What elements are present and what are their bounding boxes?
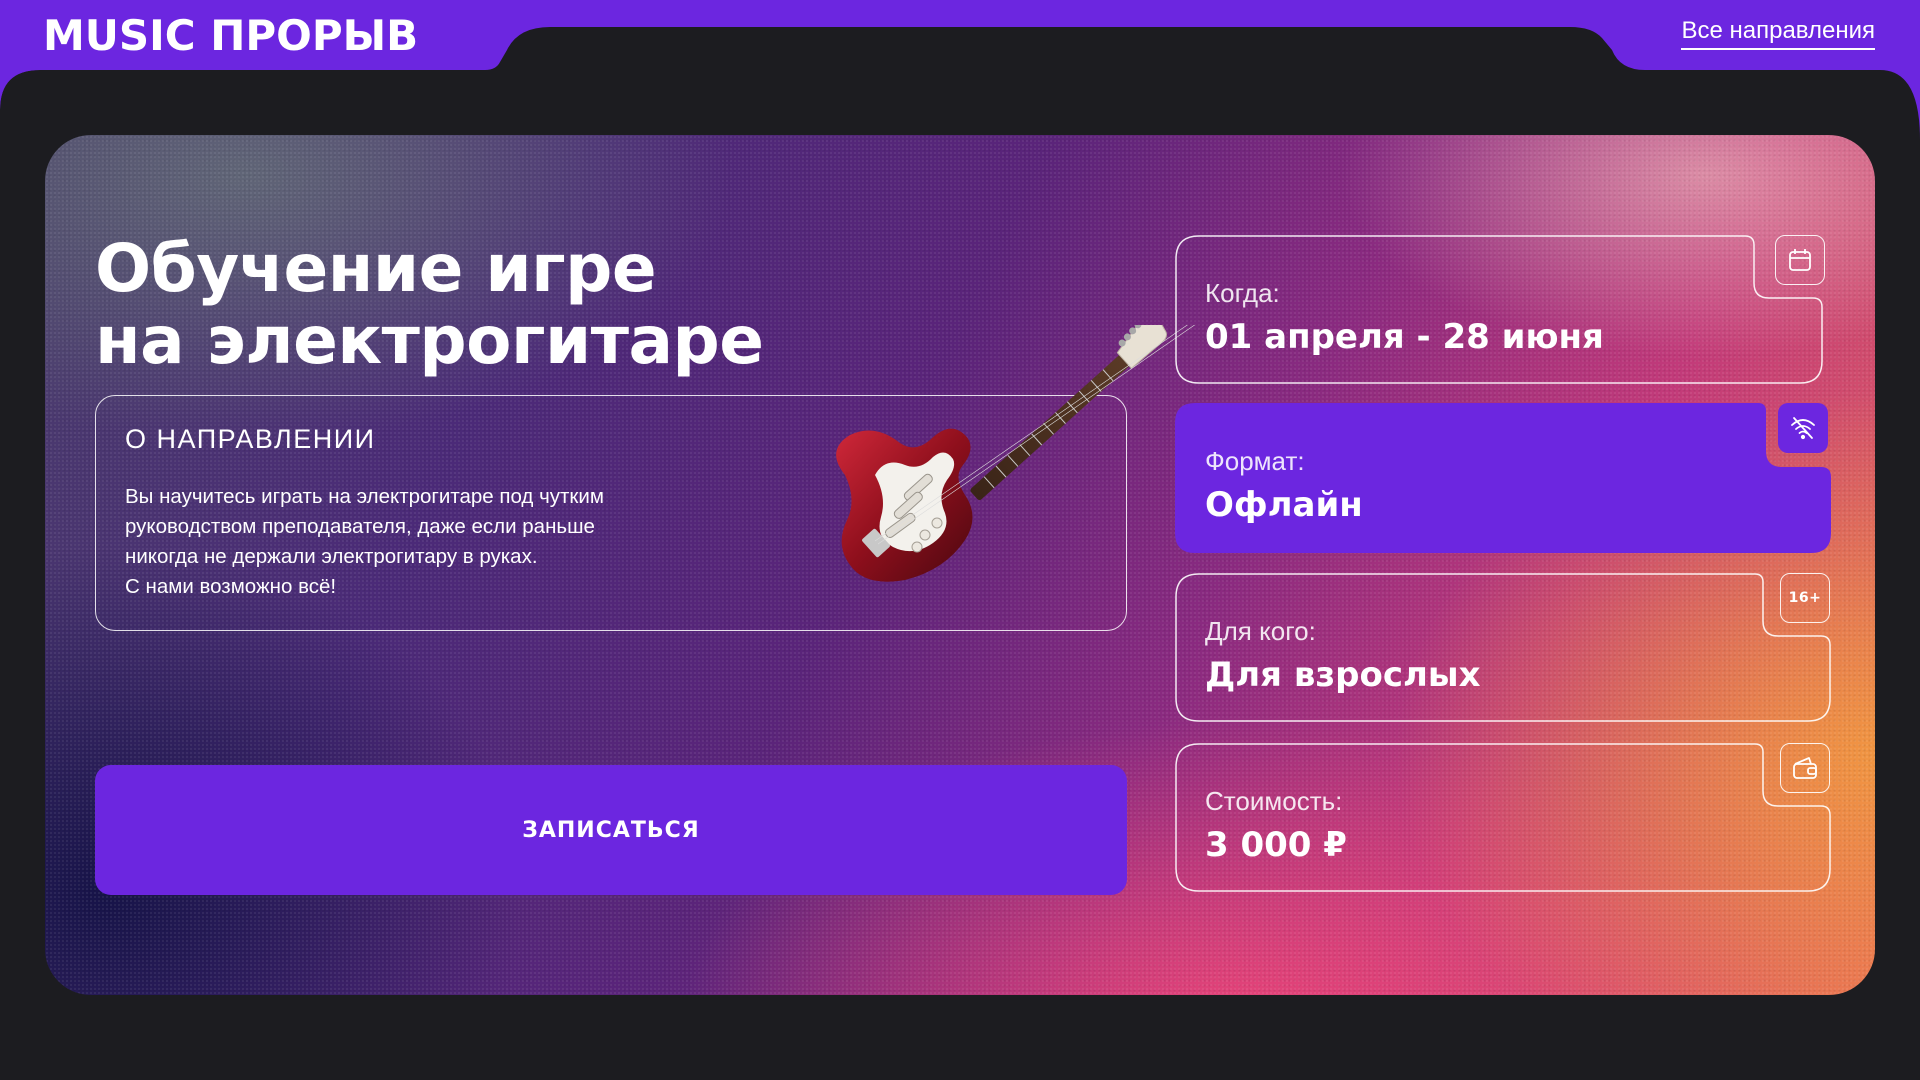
electric-guitar-image bbox=[836, 325, 1196, 582]
signup-button[interactable]: ЗАПИСАТЬСЯ bbox=[95, 765, 1127, 895]
dates-value: 01 апреля - 28 июня bbox=[1205, 317, 1604, 357]
about-description: Вы научитесь играть на электрогитаре под… bbox=[125, 482, 775, 602]
price-value: 3 000 ₽ bbox=[1205, 825, 1347, 865]
no-wifi-icon bbox=[1778, 403, 1828, 453]
info-card-format: Формат: Офлайн bbox=[1175, 403, 1831, 553]
audience-label: Для кого: bbox=[1205, 616, 1316, 646]
course-title-line2: на электрогитаре bbox=[95, 302, 764, 379]
age-rating-icon: 16+ bbox=[1780, 573, 1830, 623]
info-card-frame bbox=[1175, 743, 1831, 892]
info-card-dates: Когда: 01 апреля - 28 июня bbox=[1175, 235, 1831, 385]
page: MUSIC ПРОРЫВ Все направления Обучение иг… bbox=[0, 0, 1920, 1080]
price-label: Стоимость: bbox=[1205, 786, 1343, 816]
about-line: руководством преподавателя, даже если ра… bbox=[125, 515, 595, 538]
course-title-line1: Обучение игре bbox=[95, 230, 657, 307]
about-line: никогда не держали электрогитару в руках… bbox=[125, 545, 538, 568]
info-card-frame bbox=[1175, 573, 1831, 722]
about-heading: О НАПРАВЛЕНИИ bbox=[125, 424, 376, 454]
about-line: Вы научитесь играть на электрогитаре под… bbox=[125, 485, 604, 508]
age-rating-text: 16+ bbox=[1788, 590, 1822, 606]
all-directions-link[interactable]: Все направления bbox=[1681, 16, 1875, 50]
brand-logo[interactable]: MUSIC ПРОРЫВ bbox=[43, 10, 418, 62]
format-value: Офлайн bbox=[1205, 485, 1363, 525]
info-card-frame bbox=[1175, 403, 1831, 553]
about-line: С нами возможно всё! bbox=[125, 575, 337, 598]
format-label: Формат: bbox=[1205, 446, 1305, 476]
course-hero-card: Обучение игре на электрогитаре О НАПРАВЛ… bbox=[45, 135, 1875, 995]
audience-value: Для взрослых bbox=[1205, 655, 1481, 695]
calendar-icon bbox=[1775, 235, 1825, 285]
header-left-shoulder bbox=[0, 70, 40, 110]
info-card-frame bbox=[1175, 235, 1823, 384]
wallet-icon bbox=[1780, 743, 1830, 793]
info-card-audience: 16+ Для кого: Для взрослых bbox=[1175, 573, 1831, 723]
dates-label: Когда: bbox=[1205, 278, 1280, 308]
info-card-price: Стоимость: 3 000 ₽ bbox=[1175, 743, 1831, 893]
